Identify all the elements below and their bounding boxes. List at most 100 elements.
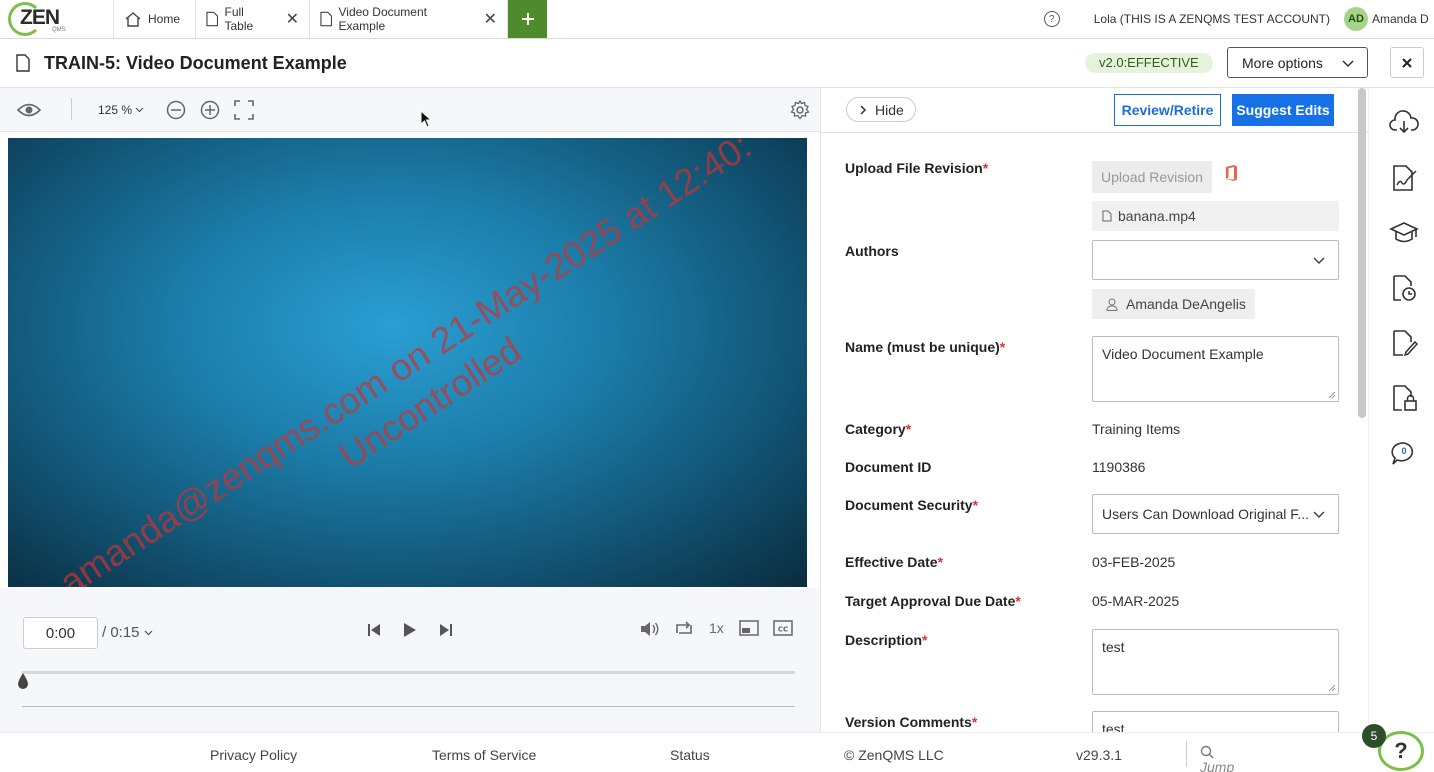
name-field[interactable]: Video Document Example (1092, 336, 1339, 402)
authors-select[interactable] (1092, 240, 1339, 280)
document-history-icon[interactable] (1389, 273, 1419, 303)
current-time-input[interactable]: 0:00 (23, 617, 98, 649)
label-text: Document Security (845, 497, 973, 513)
target-approval-date-label: Target Approval Due Date* (845, 593, 1021, 609)
plus-icon (521, 13, 534, 25)
zoom-level-value: 125 % (98, 103, 133, 117)
close-document-button[interactable] (1390, 47, 1424, 78)
label-text: Target Approval Due Date (845, 593, 1016, 609)
video-controls: 0:00 / 0:15 1x CC (0, 588, 820, 732)
avatar[interactable]: AD (1344, 7, 1368, 31)
cloud-download-icon[interactable] (1389, 108, 1419, 138)
playback-speed[interactable]: 1x (709, 620, 724, 636)
tab-full-table-label: Full Table (224, 5, 254, 33)
edit-document-icon[interactable] (1389, 328, 1419, 358)
document-details-panel: Hide Review/Retire Suggest Edits Upload … (820, 88, 1368, 732)
effective-date-label: Effective Date* (845, 554, 943, 570)
version-comments-field[interactable]: test (1092, 711, 1339, 732)
comments-button[interactable]: 0 (1389, 438, 1419, 468)
label-text: Upload File Revision (845, 160, 983, 176)
locked-document-icon[interactable] (1389, 383, 1419, 413)
tab-home-label: Home (148, 12, 181, 26)
close-tab-icon[interactable]: ✕ (286, 9, 299, 29)
status-link[interactable]: Status (670, 747, 710, 763)
tab-full-table[interactable]: Full Table ✕ (196, 0, 310, 38)
viewer-toolbar: 125 % (0, 88, 820, 132)
more-options-label: More options (1242, 54, 1323, 71)
watermark: amanda@zenqms.com on 21-May-2025 at 12:4… (16, 138, 807, 587)
zoom-out-icon[interactable] (166, 100, 186, 120)
resize-grip-icon[interactable] (1328, 391, 1336, 399)
skip-forward-icon[interactable] (438, 622, 454, 638)
qsheet-placeholder: Jump to Qsheet (1200, 759, 1235, 772)
training-graduation-cap-icon[interactable] (1389, 218, 1419, 248)
account-label[interactable]: Lola (THIS IS A ZENQMS TEST ACCOUNT) (1094, 12, 1330, 26)
tab-video-document[interactable]: Video Document Example ✕ (310, 0, 508, 38)
label-text: Version Comments (845, 714, 972, 730)
required-mark: * (972, 497, 979, 513)
resize-grip-icon[interactable] (1328, 684, 1336, 692)
tab-video-document-label: Video Document Example (338, 5, 427, 33)
account-area: ? Lola (THIS IS A ZENQMS TEST ACCOUNT) A… (1043, 0, 1434, 38)
help-icon[interactable]: ? (1043, 11, 1060, 27)
seek-bar[interactable] (22, 671, 795, 674)
document-icon (206, 11, 219, 27)
author-chip[interactable]: Amanda DeAngelis (1092, 289, 1255, 319)
page-footer: Privacy Policy Terms of Service Status ©… (0, 732, 1434, 772)
terms-of-service-link[interactable]: Terms of Service (432, 747, 536, 763)
suggest-edits-button[interactable]: Suggest Edits (1232, 94, 1334, 126)
hide-label: Hide (875, 101, 904, 118)
more-options-button[interactable]: More options (1227, 47, 1368, 78)
name-value: Video Document Example (1102, 346, 1264, 362)
volume-icon[interactable] (640, 620, 660, 638)
notification-count-badge[interactable]: 5 (1362, 724, 1386, 748)
description-label: Description* (845, 632, 927, 648)
privacy-policy-link[interactable]: Privacy Policy (210, 747, 297, 763)
upload-revision-button[interactable]: Upload Revision (1092, 161, 1212, 193)
zenqms-logo[interactable]: ZEN QMS (0, 0, 114, 38)
copyright-text: © ZenQMS LLC (844, 747, 944, 763)
close-tab-icon[interactable]: ✕ (484, 9, 497, 29)
document-security-select[interactable]: Users Can Download Original F... (1092, 494, 1339, 534)
chevron-down-icon (1342, 60, 1354, 68)
skip-back-icon[interactable] (366, 622, 382, 638)
loop-icon[interactable] (674, 620, 694, 638)
hide-panel-button[interactable]: Hide (846, 97, 916, 122)
zoom-level-select[interactable]: 125 % (98, 103, 144, 117)
jump-to-qsheet-input[interactable]: Jump to Qsheet (1200, 745, 1234, 772)
description-field[interactable]: test (1092, 629, 1339, 695)
office-icon[interactable] (1223, 164, 1239, 182)
tab-home[interactable]: Home (114, 0, 196, 38)
close-icon (1402, 57, 1412, 68)
user-name[interactable]: Amanda D (1372, 12, 1434, 26)
video-player-frame[interactable]: amanda@zenqms.com on 21-May-2025 at 12:4… (8, 138, 807, 587)
add-tab-button[interactable] (508, 0, 547, 38)
review-retire-button[interactable]: Review/Retire (1114, 94, 1221, 126)
duration-select[interactable]: / 0:15 (102, 624, 153, 641)
user-icon (1106, 298, 1118, 311)
home-icon (125, 12, 141, 27)
label-text: Category (845, 421, 906, 437)
attached-file[interactable]: banana.mp4 (1092, 201, 1339, 231)
closed-captions-icon[interactable]: CC (773, 620, 793, 636)
comments-count: 0 (1401, 446, 1407, 456)
document-id-label: Document ID (845, 459, 932, 475)
settings-gear-icon[interactable] (790, 100, 810, 120)
panel-scrollbar[interactable] (1358, 88, 1366, 418)
mouse-cursor-icon (420, 110, 432, 128)
chevron-down-icon (1313, 511, 1325, 519)
signature-document-icon[interactable] (1389, 163, 1419, 193)
chevron-down-icon (144, 630, 153, 636)
page-title: TRAIN-5: Video Document Example (44, 52, 347, 73)
play-icon[interactable] (403, 622, 417, 638)
seek-handle-icon[interactable] (17, 672, 29, 690)
picture-in-picture-icon[interactable] (739, 620, 759, 636)
search-icon (1200, 745, 1214, 759)
top-tab-bar: ZEN QMS Home Full Table ✕ Video Document… (0, 0, 1434, 39)
zoom-in-icon[interactable] (200, 100, 220, 120)
app-version: v29.3.1 (1076, 747, 1122, 763)
logo-mark: ZEN QMS (8, 2, 68, 36)
eye-icon[interactable] (17, 101, 41, 119)
document-security-label: Document Security* (845, 497, 978, 513)
fullscreen-icon[interactable] (234, 100, 254, 120)
